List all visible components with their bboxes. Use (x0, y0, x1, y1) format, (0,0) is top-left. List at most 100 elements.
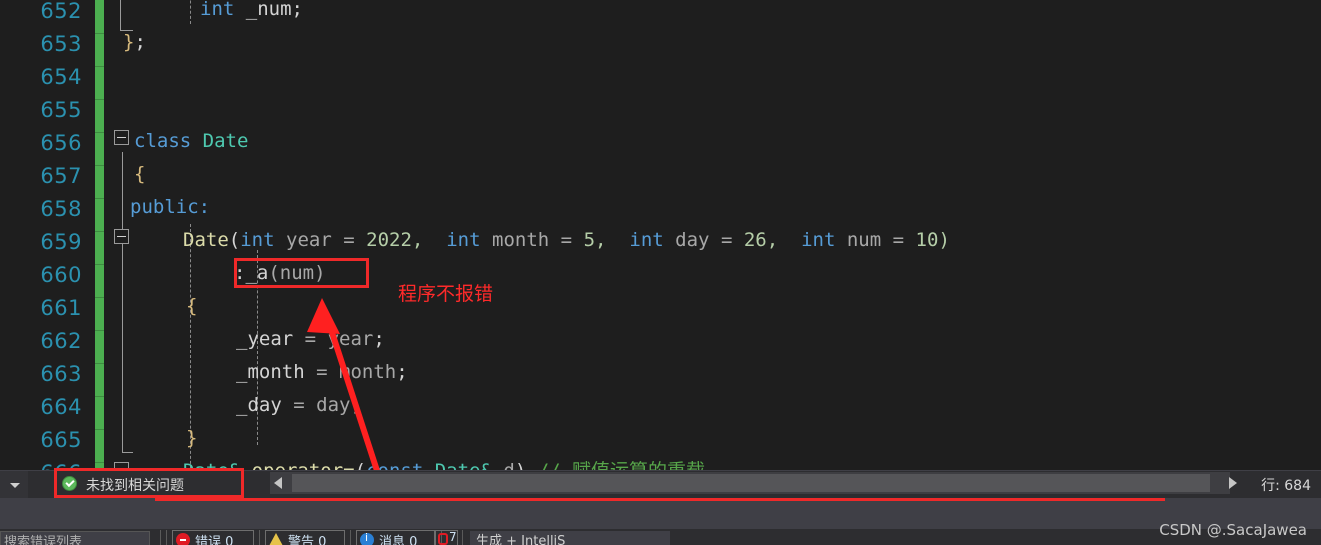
annotation-underline (155, 498, 1165, 501)
code-line-660: :_a(num) (234, 257, 326, 290)
token-number: 5 (583, 229, 596, 251)
error-search-input[interactable]: 搜索错误列表 (0, 531, 150, 545)
line-number: 657 (40, 164, 82, 188)
token-punct: ) (515, 460, 526, 470)
token-param: day (316, 394, 351, 416)
token-number: 10 (915, 229, 939, 251)
errors-filter-button[interactable]: 错误 0 (172, 530, 254, 545)
scrollbar-thumb[interactable] (292, 474, 1210, 492)
warning-icon (269, 533, 283, 545)
line-number: 655 (40, 98, 82, 122)
errors-filter-label: 错误 0 (195, 535, 234, 545)
token-comment: // 赋值运算的重载 (538, 460, 705, 470)
line-number: 652 (40, 0, 82, 23)
token-punct: ; (396, 361, 408, 383)
line-number: 662 (40, 329, 82, 353)
code-line-652: int _num; (200, 0, 303, 26)
token-op: = (293, 394, 305, 416)
code-line-658: public: (130, 191, 210, 224)
token-param: d (503, 460, 514, 470)
token-keyword: int (801, 229, 836, 251)
token-op: = (316, 361, 328, 383)
line-position-indicator: 行: 684 (1261, 478, 1311, 494)
token-brace: } (186, 427, 198, 449)
token-member: _day (236, 394, 282, 416)
build-errors-button[interactable]: 7 (434, 530, 458, 545)
csdn-watermark: CSDN @.SacaJawea (1159, 521, 1307, 539)
line-number: 665 (40, 428, 82, 452)
warnings-filter-button[interactable]: 警告 0 (265, 530, 345, 545)
token-brace: } (123, 31, 135, 53)
scroll-left-arrow-icon[interactable] (274, 477, 282, 489)
token-punct: ; (350, 394, 362, 416)
token-type: Date& (435, 460, 492, 470)
token-keyword: const (366, 460, 423, 470)
build-scope-dropdown[interactable]: 生成 + IntelliS (470, 531, 670, 545)
token-keyword: class (134, 130, 192, 152)
token-param: num (846, 229, 882, 251)
code-line-661: { (186, 290, 197, 323)
token-number: 2022 (366, 229, 412, 251)
code-editor[interactable]: 652 653 654 655 656 657 658 659 660 661 … (0, 0, 1321, 470)
code-text-area[interactable]: int _num; }; class Date { public: Date( i… (104, 0, 1321, 470)
line-number: 653 (40, 32, 82, 56)
token-punct: ; (291, 0, 303, 20)
token-punct: ; (373, 328, 385, 350)
vs-editor-window: 652 653 654 655 656 657 658 659 660 661 … (0, 0, 1321, 545)
code-line-653: }; (123, 26, 146, 59)
token-keyword: int (629, 229, 664, 251)
token-member: _year (236, 328, 294, 350)
status-dropdown[interactable] (0, 471, 28, 498)
messages-filter-label: 消息 0 (379, 535, 418, 545)
error-search-placeholder: 搜索错误列表 (4, 535, 83, 545)
toolbar-separator (350, 530, 351, 545)
code-line-664: _day = day; (236, 389, 362, 422)
warnings-filter-label: 警告 0 (288, 535, 327, 545)
token-call: (num) (268, 262, 326, 284)
toolbar-separator (160, 530, 161, 545)
token-op: = (343, 229, 355, 251)
token-punct: , (411, 229, 424, 251)
code-line-662: _year = year; (236, 323, 385, 356)
token-function: Date (183, 229, 229, 251)
fold-toggle-class[interactable] (114, 130, 129, 145)
token-number: 26 (743, 229, 767, 251)
code-line-665: } (186, 422, 197, 455)
line-number: 658 (40, 197, 82, 221)
token-op: = (720, 229, 733, 251)
build-errors-count: 7 (449, 530, 457, 544)
token-param: month (492, 229, 550, 251)
code-line-656: class Date (134, 125, 248, 158)
build-scope-label: 生成 + IntelliS (476, 534, 566, 545)
token-param: year (286, 229, 332, 251)
token-param: year (327, 328, 374, 350)
annotation-note: 程序不报错 (398, 283, 494, 305)
indent-guide (190, 0, 191, 24)
token-punct: , (766, 229, 779, 251)
token-identifier: _num (245, 0, 292, 20)
error-icon (176, 533, 190, 545)
toolbar-separator (166, 530, 167, 545)
token-keyword: int (200, 0, 235, 20)
token-punct: : (234, 262, 246, 284)
change-indicator-bar (95, 0, 104, 470)
line-number: 660 (40, 263, 82, 287)
token-punct: ) (938, 229, 950, 251)
toolbar-separator (462, 530, 463, 545)
token-punct: ( (228, 229, 241, 251)
token-brace: { (186, 295, 198, 317)
line-number-gutter: 652 653 654 655 656 657 658 659 660 661 … (0, 0, 92, 470)
error-list-toolbar: 搜索错误列表 错误 0 警告 0 消息 0 7 生成 + IntelliS (0, 529, 1321, 545)
scroll-right-arrow-icon[interactable] (1229, 477, 1237, 489)
line-number: 654 (40, 65, 82, 89)
code-line-657: { (134, 158, 145, 191)
info-icon (360, 531, 374, 545)
fold-toggle-ctor[interactable] (114, 229, 129, 244)
toolbar-separator (259, 530, 260, 545)
messages-filter-button[interactable]: 消息 0 (356, 530, 436, 545)
chevron-down-icon (10, 483, 20, 488)
code-line-659: Date(int year = 2022, int month = 5, int… (183, 224, 950, 257)
check-circle-icon (62, 476, 77, 491)
token-punct: , (595, 229, 607, 251)
token-punct: ; (134, 31, 146, 53)
